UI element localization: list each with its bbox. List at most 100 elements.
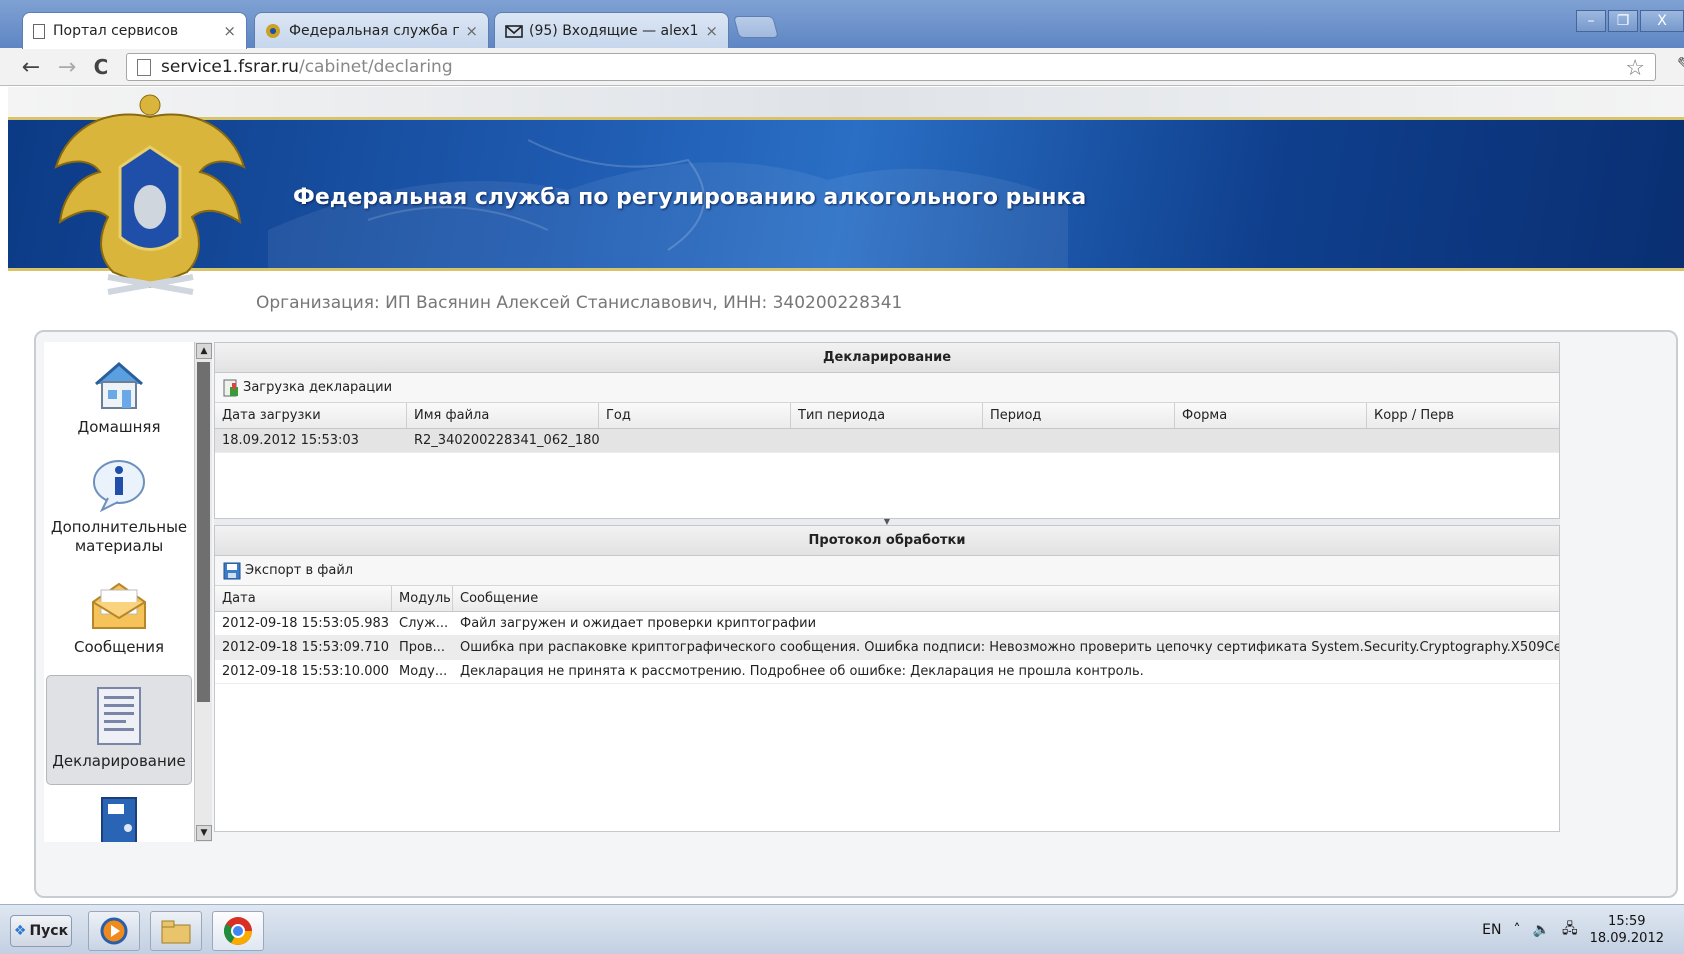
upload-declaration-button[interactable]: Загрузка декларации bbox=[223, 379, 392, 397]
clock-date: 18.09.2012 bbox=[1589, 931, 1664, 946]
scrollbar-thumb[interactable] bbox=[197, 362, 210, 702]
page-icon bbox=[137, 58, 151, 76]
reload-button[interactable]: C bbox=[88, 54, 114, 80]
volume-icon[interactable]: 🔈 bbox=[1533, 922, 1550, 938]
table-cell: 2012-09-18 15:53:05.983 bbox=[222, 616, 390, 631]
chrome-taskbar-button[interactable] bbox=[212, 911, 264, 951]
table-cell bbox=[1367, 429, 1559, 452]
close-icon[interactable]: × bbox=[705, 22, 718, 40]
close-icon[interactable]: × bbox=[223, 22, 236, 40]
panel-title: Протокол обработки bbox=[215, 526, 1559, 556]
column-header[interactable]: Форма bbox=[1175, 403, 1367, 428]
table-row[interactable]: 18.09.2012 15:53:03 R2_340200228341_062_… bbox=[215, 429, 1559, 453]
explorer-taskbar-button[interactable] bbox=[150, 911, 202, 951]
star-icon[interactable]: ☆ bbox=[1625, 56, 1645, 81]
binder-icon bbox=[101, 797, 137, 842]
clock[interactable]: 15:59 18.09.2012 bbox=[1590, 913, 1664, 947]
sidebar-item-archive[interactable] bbox=[46, 794, 192, 842]
sidebar-item-declaring[interactable]: Декларирование bbox=[46, 675, 192, 785]
restore-button[interactable]: ❐ bbox=[1608, 10, 1638, 32]
emblem-icon bbox=[265, 23, 281, 40]
column-header[interactable]: Корр / Перв bbox=[1367, 403, 1559, 428]
sidebar-item-messages[interactable]: Сообщения bbox=[46, 578, 192, 656]
column-header[interactable]: Год bbox=[599, 403, 791, 428]
new-tab-button[interactable] bbox=[733, 16, 779, 38]
sidebar-item-label: Домашняя bbox=[77, 418, 161, 436]
table-row[interactable]: 2012-09-18 15:53:10.000 Моду... Декларац… bbox=[215, 660, 1559, 684]
column-header[interactable]: Сообщение bbox=[453, 586, 1559, 611]
forward-button[interactable]: → bbox=[54, 54, 80, 80]
protocol-table-header: Дата Модуль Сообщение bbox=[215, 586, 1559, 612]
close-icon[interactable]: × bbox=[465, 22, 478, 40]
table-cell: Служ... bbox=[399, 616, 449, 631]
start-button[interactable]: ❖ Пуск bbox=[10, 915, 72, 947]
back-button[interactable]: ← bbox=[18, 54, 44, 80]
tab-fsrar[interactable]: Федеральная служба по ре × bbox=[254, 12, 489, 49]
column-header[interactable]: Дата bbox=[215, 586, 392, 611]
address-bar[interactable]: service1.fsrar.ru/cabinet/declaring ☆ bbox=[126, 53, 1656, 81]
upload-icon bbox=[223, 379, 238, 396]
declaring-panel: Декларирование Загрузка декларации Дата … bbox=[214, 342, 1560, 519]
table-cell bbox=[983, 429, 1175, 452]
declaring-table-header: Дата загрузки Имя файла Год Тип периода … bbox=[215, 403, 1559, 429]
scroll-down-arrow-icon[interactable]: ▼ bbox=[196, 825, 212, 841]
url-path: /cabinet/declaring bbox=[298, 57, 453, 77]
table-cell: Файл загружен и ожидает проверки криптог… bbox=[460, 616, 817, 631]
sidebar-item-label: Дополнительные материалы bbox=[50, 518, 188, 555]
table-cell: Моду... bbox=[399, 664, 448, 679]
media-player-taskbar-button[interactable] bbox=[88, 911, 140, 951]
export-label: Экспорт в файл bbox=[245, 563, 354, 578]
tab-title: Портал сервисов bbox=[53, 23, 179, 39]
column-header[interactable]: Тип периода bbox=[791, 403, 983, 428]
organization-info: Организация: ИП Васянин Алексей Станисла… bbox=[256, 293, 903, 313]
media-player-icon bbox=[100, 917, 128, 945]
minimize-button[interactable]: – bbox=[1576, 10, 1606, 32]
table-cell: Декларация не принята к рассмотрению. По… bbox=[460, 664, 1144, 679]
sidebar-item-materials[interactable]: Дополнительные материалы bbox=[46, 458, 192, 556]
tab-title: (95) Входящие — alex1sol@ bbox=[529, 23, 699, 39]
sidebar: Домашняя Дополнительные материалы Сообще… bbox=[44, 342, 194, 842]
document-icon bbox=[97, 687, 141, 745]
wrench-icon[interactable]: ✎ bbox=[1677, 54, 1684, 75]
agency-title: Федеральная служба по регулированию алко… bbox=[293, 185, 1087, 210]
sidebar-scrollbar[interactable]: ▲ ▼ bbox=[194, 342, 212, 842]
windows-logo-icon: ❖ bbox=[13, 923, 27, 939]
coat-of-arms-logo bbox=[54, 94, 246, 295]
info-icon bbox=[93, 460, 145, 512]
export-to-file-button[interactable]: Экспорт в файл bbox=[223, 562, 353, 580]
scroll-up-arrow-icon[interactable]: ▲ bbox=[196, 343, 212, 359]
tab-inbox[interactable]: (95) Входящие — alex1sol@ × bbox=[494, 12, 729, 49]
sidebar-item-label: Декларирование bbox=[52, 752, 186, 770]
table-cell bbox=[791, 429, 983, 452]
browser-toolbar: ← → C service1.fsrar.ru/cabinet/declarin… bbox=[0, 48, 1684, 86]
network-icon[interactable]: 🖧 bbox=[1562, 918, 1578, 942]
page-icon bbox=[33, 23, 45, 39]
table-cell: 18.09.2012 15:53:03 bbox=[222, 433, 359, 448]
mail-icon bbox=[505, 23, 523, 40]
column-header[interactable]: Период bbox=[983, 403, 1175, 428]
protocol-panel: Протокол обработки Экспорт в файл Дата М… bbox=[214, 525, 1560, 832]
table-row[interactable]: 2012-09-18 15:53:05.983 Служ... Файл заг… bbox=[215, 612, 1559, 636]
folder-icon bbox=[161, 920, 191, 944]
language-indicator[interactable]: EN bbox=[1482, 922, 1501, 938]
system-tray: EN ˄ 🔈 🖧 15:59 18.09.2012 bbox=[1482, 913, 1664, 947]
column-header[interactable]: Имя файла bbox=[407, 403, 599, 428]
cabinet-frame: Домашняя Дополнительные материалы Сообще… bbox=[34, 330, 1678, 898]
table-cell bbox=[1175, 429, 1367, 452]
sidebar-item-label: Сообщения bbox=[73, 638, 164, 656]
panel-toolbar: Экспорт в файл bbox=[215, 556, 1559, 586]
start-label: Пуск bbox=[29, 923, 69, 939]
tab-portal-services[interactable]: Портал сервисов × bbox=[22, 12, 247, 49]
table-row[interactable]: 2012-09-18 15:53:09.710 Пров... Ошибка п… bbox=[215, 636, 1559, 660]
browser-tab-strip: Портал сервисов × Федеральная служба по … bbox=[0, 0, 1684, 49]
upload-label: Загрузка декларации bbox=[243, 380, 393, 395]
panel-title: Декларирование bbox=[215, 343, 1559, 373]
column-header[interactable]: Дата загрузки bbox=[215, 403, 407, 428]
close-window-button[interactable]: X bbox=[1640, 10, 1684, 32]
tray-expand-icon[interactable]: ˄ bbox=[1514, 922, 1521, 938]
page-content: Федеральная служба по регулированию алко… bbox=[8, 87, 1684, 904]
column-header[interactable]: Модуль bbox=[392, 586, 453, 611]
sidebar-item-home[interactable]: Домашняя bbox=[46, 360, 192, 436]
tab-title: Федеральная служба по ре bbox=[289, 23, 459, 39]
table-cell: 2012-09-18 15:53:09.710 bbox=[222, 640, 390, 655]
